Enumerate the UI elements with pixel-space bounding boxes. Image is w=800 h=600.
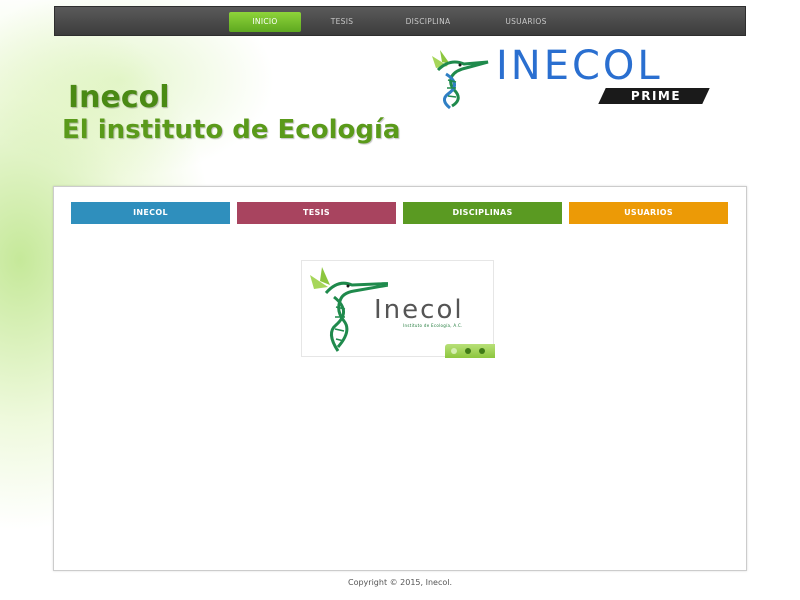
tile-tesis[interactable]: TESIS (237, 202, 396, 224)
nav-item-inicio[interactable]: INICIO (229, 12, 301, 32)
nav-item-usuarios[interactable]: USUARIOS (491, 12, 561, 32)
hummingbird-dna-icon (432, 50, 489, 110)
tile-usuarios[interactable]: USUARIOS (569, 202, 728, 224)
footer-copyright: Copyright © 2015, Inecol. (347, 578, 453, 587)
site-subtitle: El instituto de Ecología (62, 115, 401, 145)
slider-logo-wordmark: Inecol (374, 295, 464, 325)
slider-dot-2[interactable] (465, 348, 471, 354)
slider-logo-tagline: Instituto de Ecología, A.C. (403, 323, 463, 328)
nav-item-disciplina[interactable]: DISCIPLINA (393, 12, 463, 32)
slider-pagination (445, 344, 495, 358)
top-nav-bar: INICIO TESIS DISCIPLINA USUARIOS (54, 6, 746, 36)
tile-disciplinas[interactable]: DISCIPLINAS (403, 202, 562, 224)
slider-dot-1[interactable] (451, 348, 457, 354)
slider-dot-3[interactable] (479, 348, 485, 354)
inecol-prime-logo[interactable]: INECOL PRIME (426, 43, 716, 110)
content-panel: INECOL TESIS DISCIPLINAS USUARIOS Inecol… (53, 186, 747, 571)
prime-badge-label: PRIME (630, 89, 682, 103)
tile-inecol[interactable]: INECOL (71, 202, 230, 224)
nav-item-tesis[interactable]: TESIS (317, 12, 367, 32)
image-slider[interactable]: Inecol Instituto de Ecología, A.C. (301, 260, 495, 358)
logo-wordmark: INECOL (496, 43, 663, 89)
